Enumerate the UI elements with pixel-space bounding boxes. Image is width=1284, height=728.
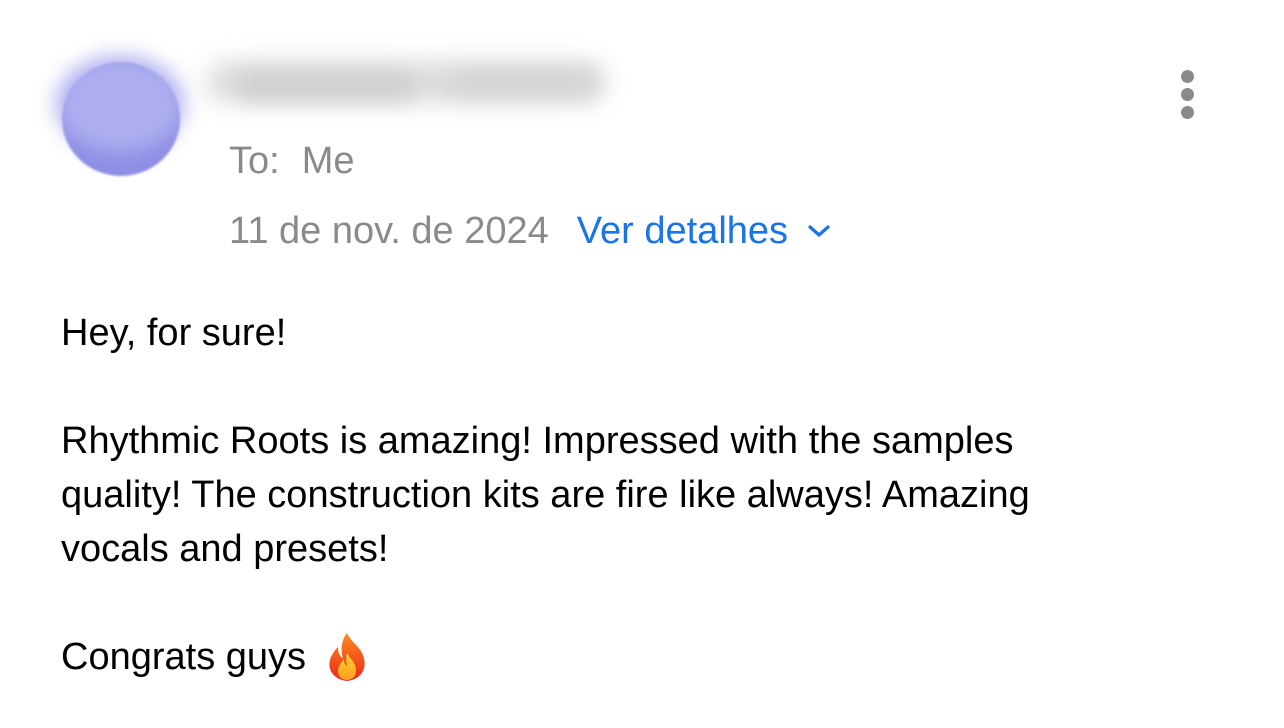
body-greeting: Hey, for sure! [61,312,287,354]
view-details-link[interactable]: Ver detalhes [577,210,832,253]
avatar-blur-front [56,56,184,152]
recipient-label: To: [229,140,280,182]
more-vertical-icon-dot [1181,70,1194,83]
email-body: Hey, for sure! Rhythmic Roots is amazing… [61,306,1241,684]
body-paragraph-line: vocals and presets! [61,528,389,570]
view-details-label: Ver detalhes [576,209,789,252]
redaction-blur [236,72,416,100]
body-closing: Congrats guys [61,636,307,678]
redaction-blur [446,70,596,96]
email-date: 11 de nov. de 2024 [229,209,549,252]
more-vertical-icon-dot [1181,88,1194,101]
more-vertical-icon-dot [1181,106,1194,119]
body-paragraph-line: quality! The construction kits are fire … [61,474,1030,516]
sender-avatar[interactable] [56,56,184,178]
date-row: 11 de nov. de 2024 Ver detalhes [229,208,832,254]
body-paragraph-line: Rhythmic Roots is amazing! Impressed wit… [61,420,1014,462]
recipient-row: To: Me [229,140,355,184]
more-options-button[interactable] [1170,64,1206,124]
body-closing-line: Congrats guys [61,630,1241,684]
recipient-value[interactable]: Me [302,140,355,182]
email-view: To: Me 11 de nov. de 2024 Ver detalhes He… [0,0,1284,728]
sender-name-redacted [196,44,616,114]
fire-emoji-icon [329,633,365,681]
chevron-down-icon [808,225,830,237]
